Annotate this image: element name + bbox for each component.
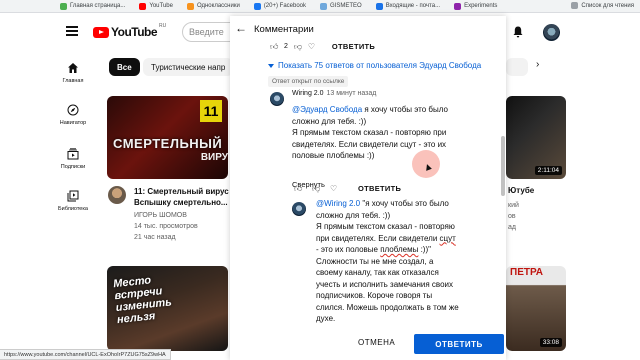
submit-reply-button[interactable]: ОТВЕТИТЬ [414, 334, 504, 354]
comment-text: @Эдуард Свобода я хочу чтобы это было сл… [292, 105, 448, 160]
dislike-icon[interactable]: 👎︎ [294, 42, 302, 51]
bookmark-experiments[interactable]: Experiments [454, 2, 497, 10]
reply-author-avatar [292, 202, 306, 216]
video-thumbnail-1[interactable]: 11 СМЕРТЕЛЬНЫЙ ВИРУ [107, 96, 228, 179]
status-url: https://www.youtube.com/channel/UCL-ExOh… [0, 349, 171, 360]
comment-actions: 👍︎ 👎︎ ♡ ОТВЕТИТЬ [294, 184, 401, 193]
comments-panel: ← Комментарии 👍︎ 2 👎︎ ♡ ОТВЕТИТЬ Показат… [230, 16, 506, 360]
mention-link[interactable]: @Эдуард Свобода [292, 105, 362, 114]
thumbnail-text: ПЕТРА [510, 267, 543, 278]
menu-icon[interactable] [66, 26, 78, 36]
like-count: 2 [284, 43, 288, 50]
duration-badge: 33:08 [539, 338, 562, 347]
nav-explore[interactable]: Навигатор [50, 104, 96, 126]
video-title-2[interactable]: Ютубе [508, 186, 534, 195]
upload-age-2: ад [508, 224, 516, 231]
comment-actions-top: 👍︎ 2 👎︎ ♡ ОТВЕТИТЬ [270, 42, 375, 51]
upload-age: 21 час назад [134, 234, 176, 241]
bookmark-gismeteo[interactable]: GISMETEO [320, 2, 362, 10]
bookmark-home[interactable]: Главная страница... [60, 2, 125, 10]
chevron-right-icon[interactable]: › [536, 59, 552, 75]
globe-icon [60, 2, 67, 10]
opened-by-link-badge: Ответ открыт по ссылке [268, 76, 349, 87]
like-icon[interactable]: 👍︎ [294, 184, 302, 193]
reply-button[interactable]: ОТВЕТИТЬ [332, 42, 375, 51]
comment-time: 13 минут назад [326, 90, 377, 97]
thumbnail-text: Место встречи изменить нельзя [112, 274, 173, 327]
avatar[interactable] [543, 24, 560, 41]
video-thumbnail-4[interactable]: ПЕТРА 33:08 [506, 266, 566, 351]
heart-icon[interactable]: ♡ [330, 184, 338, 193]
bookmark-mail[interactable]: Входящие - почта... [375, 2, 440, 10]
video-title-1[interactable]: 11: Смертельный вирус Вспышку смертельно… [134, 186, 229, 208]
reply-button[interactable]: ОТВЕТИТЬ [358, 184, 401, 193]
bookmark-facebook[interactable]: (20+) Facebook [253, 2, 306, 10]
episode-badge: 11 [200, 100, 222, 122]
bell-icon[interactable] [513, 26, 523, 38]
caret-down-icon [268, 63, 274, 68]
youtube-icon [139, 2, 147, 10]
nav-subscriptions[interactable]: Подписки [50, 148, 96, 170]
channel-avatar[interactable] [108, 186, 126, 204]
channel-name[interactable]: ИГОРЬ ШОМОВ [134, 212, 187, 219]
dislike-icon[interactable]: 👎︎ [312, 184, 320, 193]
reading-list-icon [571, 2, 579, 9]
library-icon [67, 190, 79, 202]
cancel-button[interactable]: ОТМЕНА [358, 338, 395, 347]
experiments-icon [454, 2, 462, 10]
comment-author[interactable]: Wiring 2.0 13 минут назад [292, 90, 376, 97]
subscriptions-icon [67, 148, 79, 160]
video-thumbnail-2[interactable]: 2:11:04 [506, 96, 566, 179]
duration-badge: 2:11:04 [534, 166, 562, 175]
odnoklassniki-icon [186, 2, 194, 10]
video-thumbnail-3[interactable]: Место встречи изменить нельзя [107, 266, 228, 351]
view-count: 14 тыс. просмотров [134, 223, 198, 230]
heart-icon[interactable]: ♡ [308, 42, 316, 51]
thumbnail-text: СМЕРТЕЛЬНЫЙ [113, 136, 223, 151]
show-replies-link[interactable]: Показать 75 ответов от пользователя Эдуа… [268, 61, 481, 70]
youtube-logo[interactable]: YouTube RU [93, 23, 166, 39]
facebook-icon [253, 2, 261, 10]
home-icon [68, 63, 78, 73]
view-count-2: ов [508, 213, 516, 220]
chip-tourism[interactable]: Туристические напр [143, 58, 233, 76]
reply-textarea[interactable]: @Wiring 2.0 "я хочу чтобы это было сложн… [316, 198, 502, 325]
nav-home[interactable]: Главная [50, 62, 96, 84]
compass-icon [67, 104, 79, 116]
bookmark-ok[interactable]: Одноклассники [186, 2, 240, 10]
cursor-highlight [412, 150, 440, 178]
chip-all[interactable]: Все [109, 58, 140, 76]
comment-author-avatar[interactable] [270, 92, 284, 106]
nav-library[interactable]: Библиотека [50, 190, 96, 212]
scrollbar[interactable] [501, 136, 505, 196]
youtube-play-icon [93, 26, 109, 38]
chip-more[interactable] [506, 58, 528, 76]
weather-icon [320, 2, 328, 10]
reading-list[interactable]: Список для чтения [571, 2, 634, 9]
channel-name-2[interactable]: кий [508, 202, 519, 209]
bookmark-youtube[interactable]: YouTube [139, 2, 173, 10]
thumbnail-text-2: ВИРУ [200, 152, 228, 163]
bookmarks-bar: Главная страница... YouTube Одноклассник… [0, 0, 640, 13]
panel-title: Комментарии [254, 24, 314, 35]
like-icon[interactable]: 👍︎ [270, 42, 278, 51]
mail-icon [375, 2, 383, 10]
back-arrow-icon[interactable]: ← [235, 22, 247, 34]
